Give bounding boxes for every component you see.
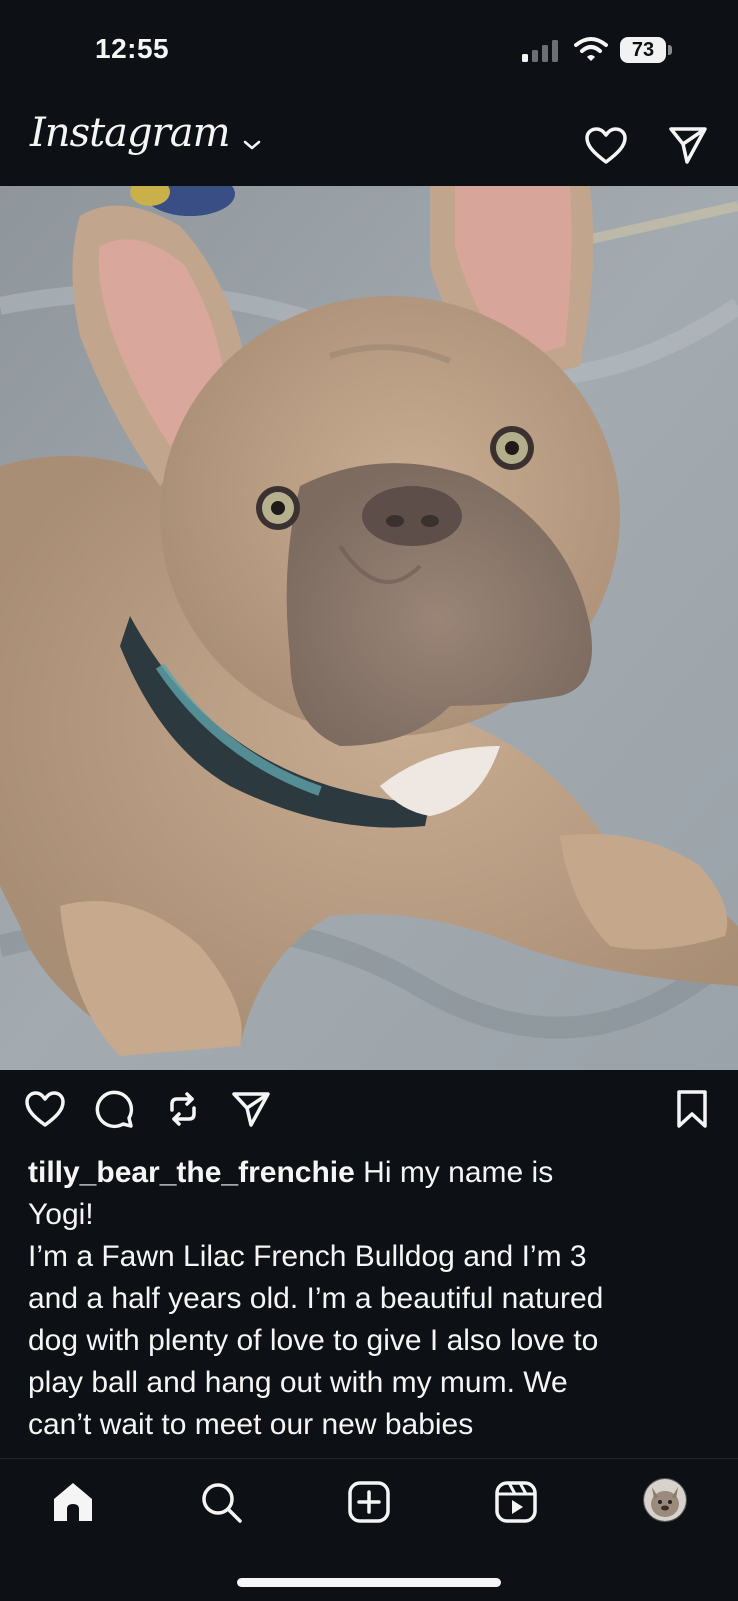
caption-line: play ball and hang out with my mum. We [28, 1366, 568, 1399]
caption-line: I’m a Fawn Lilac French Bulldog and I’m … [28, 1240, 587, 1273]
caption-line: Yogi! [28, 1198, 94, 1231]
post-photo[interactable] [0, 186, 738, 1070]
heart-icon[interactable] [584, 126, 628, 166]
create-icon[interactable] [346, 1479, 392, 1525]
caption-line: can’t wait to meet our new babies [28, 1408, 474, 1441]
status-time: 12:55 [95, 33, 170, 64]
caption-text: Hi my name is [363, 1156, 554, 1189]
battery-nub [668, 45, 672, 55]
post-caption: tilly_bear_the_frenchie Hi my name is Yo… [28, 1152, 718, 1446]
cellular-signal-icon [522, 40, 558, 62]
save-icon[interactable] [671, 1088, 713, 1130]
reels-icon[interactable] [493, 1479, 539, 1525]
profile-avatar[interactable] [643, 1478, 687, 1522]
post-actions [0, 1088, 738, 1134]
caption-line: and a half years old. I’m a beautiful na… [28, 1282, 604, 1315]
caption-line-1: tilly_bear_the_frenchie Hi my name is [28, 1152, 718, 1194]
avatar-image [644, 1479, 686, 1521]
home-indicator [237, 1578, 501, 1587]
search-icon[interactable] [198, 1479, 244, 1525]
comment-icon[interactable] [93, 1088, 135, 1130]
caption-line: dog with plenty of love to give I also l… [28, 1324, 599, 1357]
battery-level: 73 [620, 37, 666, 63]
repost-icon[interactable] [162, 1088, 204, 1130]
instagram-logo[interactable]: Instagram [30, 110, 231, 156]
wifi-icon [574, 37, 608, 61]
chevron-down-icon[interactable] [242, 138, 262, 152]
post-username[interactable]: tilly_bear_the_frenchie [28, 1156, 355, 1189]
home-icon[interactable] [50, 1479, 96, 1525]
send-icon[interactable] [667, 124, 709, 166]
status-bar: 12:55 73 [0, 0, 738, 100]
share-icon[interactable] [230, 1088, 272, 1130]
like-icon[interactable] [24, 1088, 66, 1130]
battery-indicator: 73 [620, 37, 674, 63]
